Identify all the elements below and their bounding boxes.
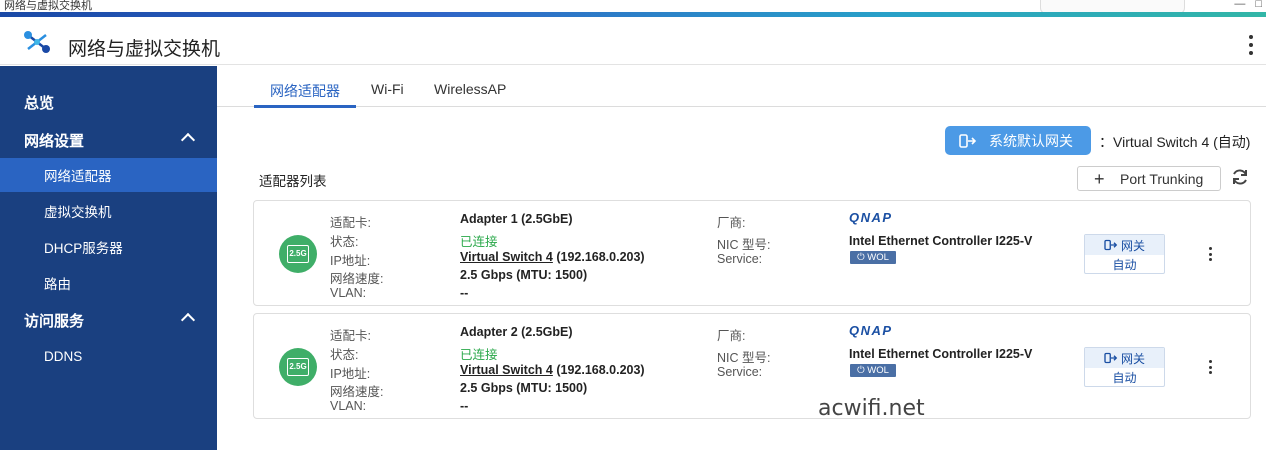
power-icon: ⏻ bbox=[857, 365, 868, 376]
default-gateway-button[interactable]: 系统默认网关 bbox=[945, 126, 1091, 155]
default-gateway-status: ：Virtual Switch 4 (自动) bbox=[1099, 134, 1251, 150]
vendor-label: 厂商: bbox=[717, 216, 746, 230]
more-options-icon[interactable] bbox=[1207, 247, 1213, 261]
watermark: acwifi.net bbox=[818, 396, 925, 421]
adapter-name: Adapter 2 (2.5GbE) bbox=[460, 325, 573, 339]
gateway-mode: 自动 bbox=[1112, 258, 1137, 272]
vlan-label: VLAN: bbox=[330, 286, 367, 300]
tab-network-adapter[interactable]: 网络适配器 bbox=[254, 81, 356, 108]
service-label: Service: bbox=[717, 252, 763, 266]
sidebar-item-access-services[interactable]: 访问服务 bbox=[0, 303, 217, 337]
speed-label: 网络速度: bbox=[330, 272, 384, 286]
app-menu-icon[interactable] bbox=[1248, 35, 1254, 55]
chevron-up-icon bbox=[180, 132, 196, 148]
refresh-icon[interactable] bbox=[1230, 167, 1250, 187]
adapter-speed: 2.5 Gbps (MTU: 1500) bbox=[460, 381, 588, 395]
gateway-icon bbox=[1104, 239, 1118, 251]
adapter-status: 已连接 bbox=[460, 235, 498, 249]
sidebar-item-routing[interactable]: 路由 bbox=[0, 266, 217, 300]
power-icon: ⏻ bbox=[857, 252, 868, 263]
adapter-name: Adapter 1 (2.5GbE) bbox=[460, 212, 573, 226]
nic-model: Intel Ethernet Controller I225-V bbox=[849, 234, 1033, 248]
ip-label: IP地址: bbox=[330, 367, 371, 381]
nic-model-label: NIC 型号: bbox=[717, 351, 771, 365]
gateway-mode: 自动 bbox=[1112, 371, 1137, 385]
more-options-icon[interactable] bbox=[1207, 360, 1213, 374]
default-gateway-label: 系统默认网关 bbox=[989, 132, 1073, 149]
vlan-label: VLAN: bbox=[330, 399, 367, 413]
adapter-list-title: 适配器列表 bbox=[259, 174, 327, 189]
adapter-card[interactable]: 2.5G 适配卡: 状态: IP地址: 网络速度: VLAN: Adapter … bbox=[253, 200, 1251, 306]
window-titlebar: 网络与虚拟交换机 — □ bbox=[0, 0, 1266, 17]
chevron-up-icon bbox=[180, 312, 196, 328]
plus-icon: + bbox=[1094, 168, 1105, 189]
sidebar: 总览 网络设置 网络适配器 虚拟交换机 DHCP服务器 路由 访问服务 DDNS bbox=[0, 66, 217, 450]
vendor-logo: QNAP bbox=[849, 210, 893, 225]
maximize-icon[interactable]: □ bbox=[1255, 0, 1262, 10]
ethernet-port-icon: 2.5G bbox=[279, 235, 317, 273]
adapter-ip: Virtual Switch 4 (192.168.0.203) bbox=[460, 363, 645, 377]
status-label: 状态: bbox=[330, 235, 359, 249]
speed-label: 网络速度: bbox=[330, 385, 384, 399]
sidebar-item-network-settings[interactable]: 网络设置 bbox=[0, 123, 217, 157]
gateway-icon bbox=[959, 133, 977, 148]
tab-wireless-ap[interactable]: WirelessAP bbox=[434, 81, 506, 107]
gateway-badge-label: 网关 bbox=[1120, 351, 1145, 366]
nic-model: Intel Ethernet Controller I225-V bbox=[849, 347, 1033, 361]
sidebar-item-virtual-switch[interactable]: 虚拟交换机 bbox=[0, 194, 217, 228]
adapter-ip: Virtual Switch 4 (192.168.0.203) bbox=[460, 250, 645, 264]
adapter-vlan: -- bbox=[460, 286, 469, 300]
gateway-icon bbox=[1104, 352, 1118, 364]
app-title: 网络与虚拟交换机 bbox=[68, 39, 221, 60]
minimize-icon[interactable]: — bbox=[1234, 0, 1245, 10]
adapter-speed: 2.5 Gbps (MTU: 1500) bbox=[460, 268, 588, 282]
app-header: 网络与虚拟交换机 bbox=[0, 17, 1266, 65]
ip-label: IP地址: bbox=[330, 254, 371, 268]
service-badge: ⏻ WOL bbox=[850, 251, 896, 264]
vendor-label: 厂商: bbox=[717, 329, 746, 343]
adapter-card[interactable]: 2.5G 适配卡: 状态: IP地址: 网络速度: VLAN: Adapter … bbox=[253, 313, 1251, 419]
sidebar-item-network-adapter[interactable]: 网络适配器 bbox=[0, 158, 217, 192]
gateway-badge-label: 网关 bbox=[1120, 238, 1145, 253]
tab-wifi[interactable]: Wi-Fi bbox=[371, 81, 404, 107]
tab-bar: 网络适配器 Wi-Fi WirelessAP bbox=[217, 66, 1266, 108]
nic-model-label: NIC 型号: bbox=[717, 238, 771, 252]
port-trunking-button[interactable]: + Port Trunking bbox=[1077, 166, 1221, 191]
service-label: Service: bbox=[717, 365, 763, 379]
port-trunking-label: Port Trunking bbox=[1120, 170, 1204, 187]
gateway-badge[interactable]: 网关 自动 bbox=[1084, 234, 1165, 274]
sidebar-item-ddns[interactable]: DDNS bbox=[0, 339, 217, 373]
card-label: 适配卡: bbox=[330, 329, 371, 343]
vendor-logo: QNAP bbox=[849, 323, 893, 338]
ethernet-port-icon: 2.5G bbox=[279, 348, 317, 386]
network-switch-logo-icon bbox=[24, 31, 50, 53]
sidebar-item-dhcp-server[interactable]: DHCP服务器 bbox=[0, 230, 217, 264]
adapter-vlan: -- bbox=[460, 399, 469, 413]
sidebar-item-overview[interactable]: 总览 bbox=[0, 85, 217, 119]
service-badge: ⏻ WOL bbox=[850, 364, 896, 377]
window-controls: — □ bbox=[1234, 0, 1262, 10]
virtual-switch-link[interactable]: Virtual Switch 4 bbox=[460, 250, 553, 264]
status-label: 状态: bbox=[330, 348, 359, 362]
adapter-status: 已连接 bbox=[460, 348, 498, 362]
card-label: 适配卡: bbox=[330, 216, 371, 230]
virtual-switch-link[interactable]: Virtual Switch 4 bbox=[460, 363, 553, 377]
gateway-badge[interactable]: 网关 自动 bbox=[1084, 347, 1165, 387]
